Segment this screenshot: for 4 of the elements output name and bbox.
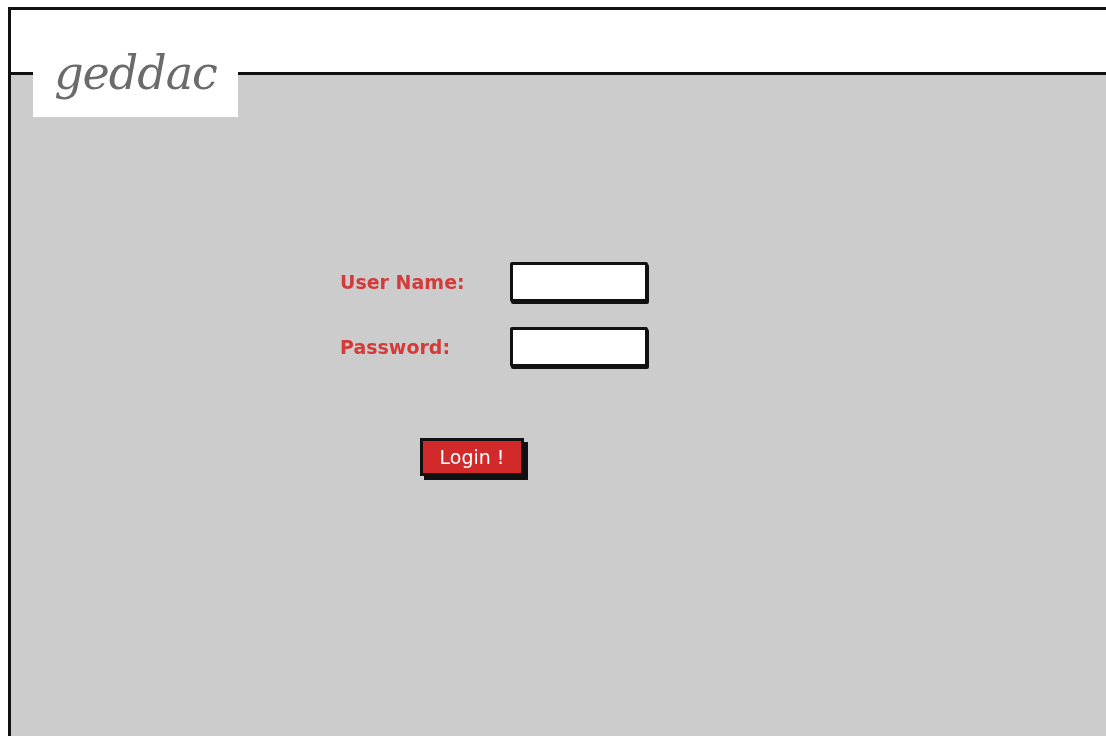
input-field[interactable] [510,327,648,367]
field-label: User Name: [340,271,466,293]
input-field[interactable] [510,262,648,302]
field-label: Password: [340,336,452,358]
